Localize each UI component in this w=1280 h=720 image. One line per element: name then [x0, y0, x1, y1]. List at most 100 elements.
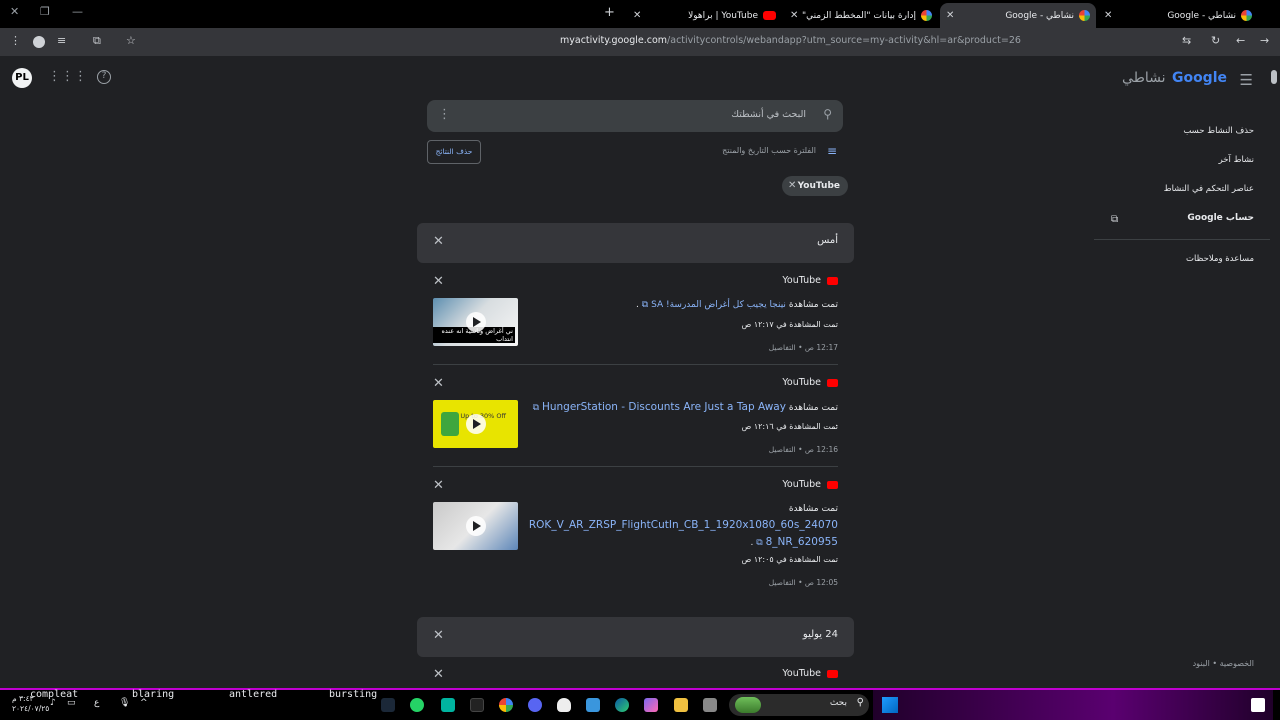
clock-date: ٢٠٢٤/٠٧/٢٥ [12, 704, 50, 713]
tray-chevron-icon[interactable]: ^ [140, 698, 148, 708]
delete-item-icon[interactable]: ✕ [433, 478, 444, 493]
close-tab-icon[interactable]: ✕ [1104, 10, 1112, 21]
tab-youtube[interactable]: YouTube | براهولا ✕ [627, 3, 782, 28]
input-language[interactable]: ع [94, 698, 99, 708]
sidebar-item-help-feedback[interactable]: مساعدة وملاحظات [1186, 254, 1254, 264]
day-header-yesterday: أمس ✕ [417, 223, 854, 263]
main-menu-icon[interactable]: ☰ [1240, 71, 1253, 89]
video-link[interactable]: نينجا يجيب كل أغراض المدرسة! SA [651, 300, 786, 310]
restore-window-icon[interactable]: ❐ [40, 5, 50, 18]
video-thumbnail[interactable] [433, 502, 518, 550]
microphone-icon[interactable]: 🎙 [119, 698, 130, 708]
extensions-icon[interactable]: ⧉ [93, 34, 101, 48]
chip-label: YouTube [797, 181, 840, 191]
youtube-filter-chip[interactable]: YouTube ✕ [782, 176, 848, 196]
tab-timeline-data[interactable]: إدارة بيانات "المخطط الزمني" - ... ✕ [784, 3, 938, 28]
video-thumbnail[interactable]: ني أغراض وناسية انه عنده انتداب [433, 298, 518, 346]
close-window-icon[interactable]: ✕ [10, 5, 19, 18]
watched-time: تمت المشاهدة في ١٢:١٧ ص [741, 320, 838, 329]
video-link[interactable]: HungerStation - Discounts Are Just a Tap… [542, 401, 786, 413]
watched-time: تمت المشاهدة في ١٢:٠٥ ص [741, 555, 838, 564]
sidebar-item-delete-activity-by[interactable]: حذف النشاط حسب [1183, 126, 1254, 136]
video-thumbnail[interactable]: Up to 30% Off [433, 400, 518, 448]
search-label: بحث [829, 698, 847, 708]
whatsapp-icon[interactable] [410, 698, 424, 712]
apps-grid-icon[interactable]: ⋮⋮⋮ [48, 69, 87, 84]
activity-item: ✕ YouTube ني أغراض وناسية انه عنده انتدا… [417, 274, 854, 365]
windows-start-icon[interactable] [882, 697, 898, 713]
google-my-activity-logo[interactable]: Google نشاطي [1122, 70, 1227, 86]
new-tab-icon[interactable]: + [604, 5, 615, 20]
close-tab-icon[interactable]: ✕ [633, 10, 641, 21]
site-settings-icon[interactable]: ⇆ [1182, 34, 1191, 47]
minimize-window-icon[interactable]: — [72, 5, 83, 18]
filter-by-date-product[interactable]: الفلترة حسب التاريخ والمنتج [722, 146, 816, 155]
browser-toolbar: ⋮ ≡ ⧉ ☆ myactivity.google.com/activityco… [0, 28, 1280, 56]
delete-day-icon[interactable]: ✕ [433, 234, 444, 249]
product-label: YouTube [782, 668, 838, 679]
search-icon[interactable]: ⚲ [823, 107, 832, 121]
edge-icon[interactable] [615, 698, 629, 712]
item-details-link[interactable]: 12:05 ص • التفاصيل [769, 578, 838, 587]
file-explorer-icon[interactable] [674, 698, 688, 712]
activity-item: ✕ YouTube Up to 30% Off تمت مشاهدة Hunge… [417, 376, 854, 467]
bookmark-star-icon[interactable]: ☆ [126, 34, 136, 47]
tab-myactivity-1[interactable]: نشاطي - Google ✕ [1098, 3, 1258, 28]
task-view-icon[interactable] [703, 698, 717, 712]
back-arrow-icon[interactable]: ← [1236, 34, 1245, 47]
steam-icon[interactable] [381, 698, 395, 712]
item-details-link[interactable]: 12:17 ص • التفاصيل [769, 343, 838, 352]
watched-prefix: تمت مشاهدة [788, 504, 838, 514]
taskbar-word: blaring [132, 689, 175, 700]
menu-dots-icon[interactable]: ⋮ [10, 34, 21, 47]
close-tab-icon[interactable]: ✕ [790, 10, 798, 21]
copilot-icon[interactable] [644, 698, 658, 712]
chrome-icon[interactable] [499, 698, 513, 712]
reload-icon[interactable]: ↻ [1211, 34, 1220, 47]
watched-prefix: تمت مشاهدة [788, 300, 838, 310]
delete-day-icon[interactable]: ✕ [433, 628, 444, 643]
product-label: YouTube [782, 479, 838, 490]
search-input[interactable]: البحث في أنشطتك [731, 109, 806, 120]
account-avatar[interactable]: PL [12, 68, 32, 88]
play-icon [466, 414, 486, 434]
media-controls-icon[interactable]: ≡ [57, 34, 66, 47]
terminal-icon[interactable] [470, 698, 484, 712]
discord-icon[interactable] [528, 698, 542, 712]
tab-title: إدارة بيانات "المخطط الزمني" - ... [802, 10, 916, 21]
delete-results-button[interactable]: حذف النتائج [427, 140, 481, 164]
day-title: 24 يوليو [802, 629, 838, 640]
google-icon [921, 10, 932, 21]
app-icon[interactable] [441, 698, 455, 712]
forward-arrow-icon[interactable]: → [1260, 34, 1269, 47]
taskbar-search[interactable]: بحث ⚲ [729, 694, 869, 716]
address-bar[interactable]: myactivity.google.com/activitycontrols/w… [560, 35, 1175, 46]
video-link[interactable]: ROK_V_AR_ZRSP_FlightCutIn_CB_1_1920x1080… [529, 519, 838, 548]
filter-icon[interactable]: ≡ [827, 144, 837, 158]
taskbar-clock[interactable]: ٣:٤٣ م ٢٠٢٤/٠٧/٢٥ [12, 694, 49, 714]
sidebar-item-activity-controls[interactable]: عناصر التحكم في النشاط [1164, 184, 1254, 194]
delete-item-icon[interactable]: ✕ [433, 274, 444, 289]
network-icon[interactable]: ▭ [67, 698, 76, 708]
mouse-app-icon[interactable] [557, 698, 571, 712]
volume-icon[interactable]: ♪ [50, 698, 56, 708]
delete-item-icon[interactable]: ✕ [433, 667, 444, 682]
product-label: YouTube [782, 377, 838, 388]
item-details-link[interactable]: 12:16 ص • التفاصيل [769, 445, 838, 454]
sidebar-item-other-activity[interactable]: نشاط آخر [1219, 155, 1254, 165]
store-icon[interactable] [586, 698, 600, 712]
profile-icon[interactable] [33, 36, 45, 48]
help-icon[interactable]: ? [97, 70, 111, 84]
remove-filter-icon[interactable]: ✕ [788, 176, 796, 196]
delete-item-icon[interactable]: ✕ [433, 376, 444, 391]
notification-icon[interactable] [1251, 698, 1265, 712]
more-options-icon[interactable]: ⋮ [438, 107, 451, 122]
tab-myactivity-2[interactable]: نشاطي - Google ✕ [940, 3, 1096, 28]
close-tab-icon[interactable]: ✕ [946, 10, 954, 21]
sidebar-item-google-account[interactable]: حساب Google [1187, 213, 1254, 223]
scrollbar-thumb[interactable] [1271, 70, 1277, 84]
activity-search-bar[interactable]: ⚲ البحث في أنشطتك ⋮ [427, 100, 843, 132]
privacy-terms-links[interactable]: الخصوصية • البنود [1193, 659, 1254, 668]
logo-subtitle: نشاطي [1122, 70, 1166, 86]
item-divider [433, 466, 838, 467]
